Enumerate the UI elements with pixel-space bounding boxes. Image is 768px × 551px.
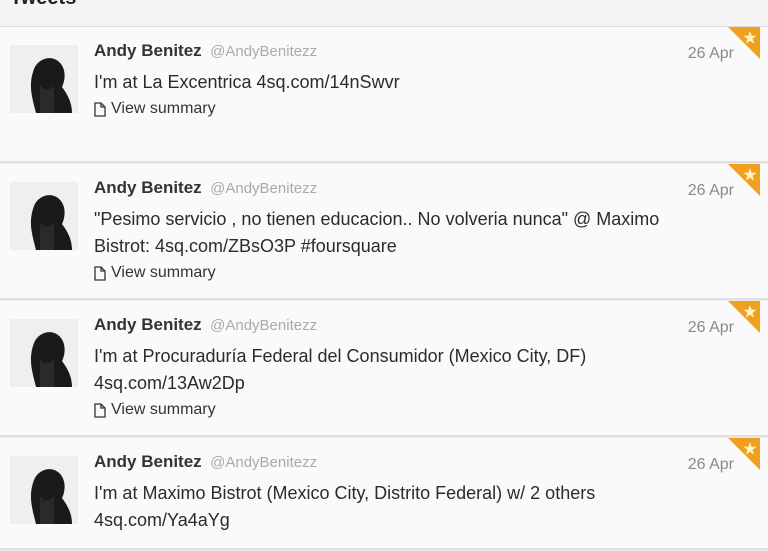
view-summary-link[interactable]: View summary	[94, 98, 738, 120]
avatar[interactable]	[10, 45, 78, 113]
tweet-text: I'm at Maximo Bistrot (Mexico City, Dist…	[94, 483, 596, 530]
stream-title: Tweets	[10, 0, 76, 10]
view-summary-label: View summary	[111, 100, 216, 117]
stream-header: Tweets	[0, 0, 768, 27]
tweet-item[interactable]: Andy Benitez @AndyBenitezz 26 Apr I'm at…	[0, 438, 768, 550]
author-username[interactable]: @AndyBenitezz	[210, 180, 317, 197]
document-icon	[94, 402, 106, 418]
tweet-item[interactable]: Andy Benitez @AndyBenitezz 26 Apr "Pesim…	[0, 164, 768, 300]
tweet-text: "Pesimo servicio , no tienen educacion..…	[94, 209, 660, 256]
star-icon[interactable]	[728, 438, 760, 470]
avatar[interactable]	[10, 319, 78, 387]
tweet-list: Andy Benitez @AndyBenitezz 26 Apr I'm at…	[0, 27, 768, 551]
tweet-text: I'm at La Excentrica 4sq.com/14nSwvr	[94, 72, 400, 92]
star-icon[interactable]	[728, 164, 760, 196]
author-fullname[interactable]: Andy Benitez	[94, 315, 202, 334]
document-icon	[94, 265, 106, 281]
tweet-text: I'm at Procuraduría Federal del Consumid…	[94, 346, 587, 393]
view-summary-label: View summary	[111, 264, 216, 281]
author-username[interactable]: @AndyBenitezz	[210, 454, 317, 471]
author-fullname[interactable]: Andy Benitez	[94, 41, 202, 60]
author-fullname[interactable]: Andy Benitez	[94, 178, 202, 197]
star-icon[interactable]	[728, 301, 760, 333]
view-summary-link[interactable]: View summary	[94, 399, 738, 421]
avatar[interactable]	[10, 456, 78, 524]
tweet-item[interactable]: Andy Benitez @AndyBenitezz 26 Apr I'm at…	[0, 27, 768, 163]
star-icon[interactable]	[728, 27, 760, 59]
tweet-item[interactable]: Andy Benitez @AndyBenitezz 26 Apr I'm at…	[0, 301, 768, 437]
author-username[interactable]: @AndyBenitezz	[210, 317, 317, 334]
view-summary-link[interactable]: View summary	[94, 262, 738, 284]
author-username[interactable]: @AndyBenitezz	[210, 43, 317, 60]
document-icon	[94, 101, 106, 117]
view-summary-label: View summary	[111, 401, 216, 418]
author-fullname[interactable]: Andy Benitez	[94, 452, 202, 471]
avatar[interactable]	[10, 182, 78, 250]
